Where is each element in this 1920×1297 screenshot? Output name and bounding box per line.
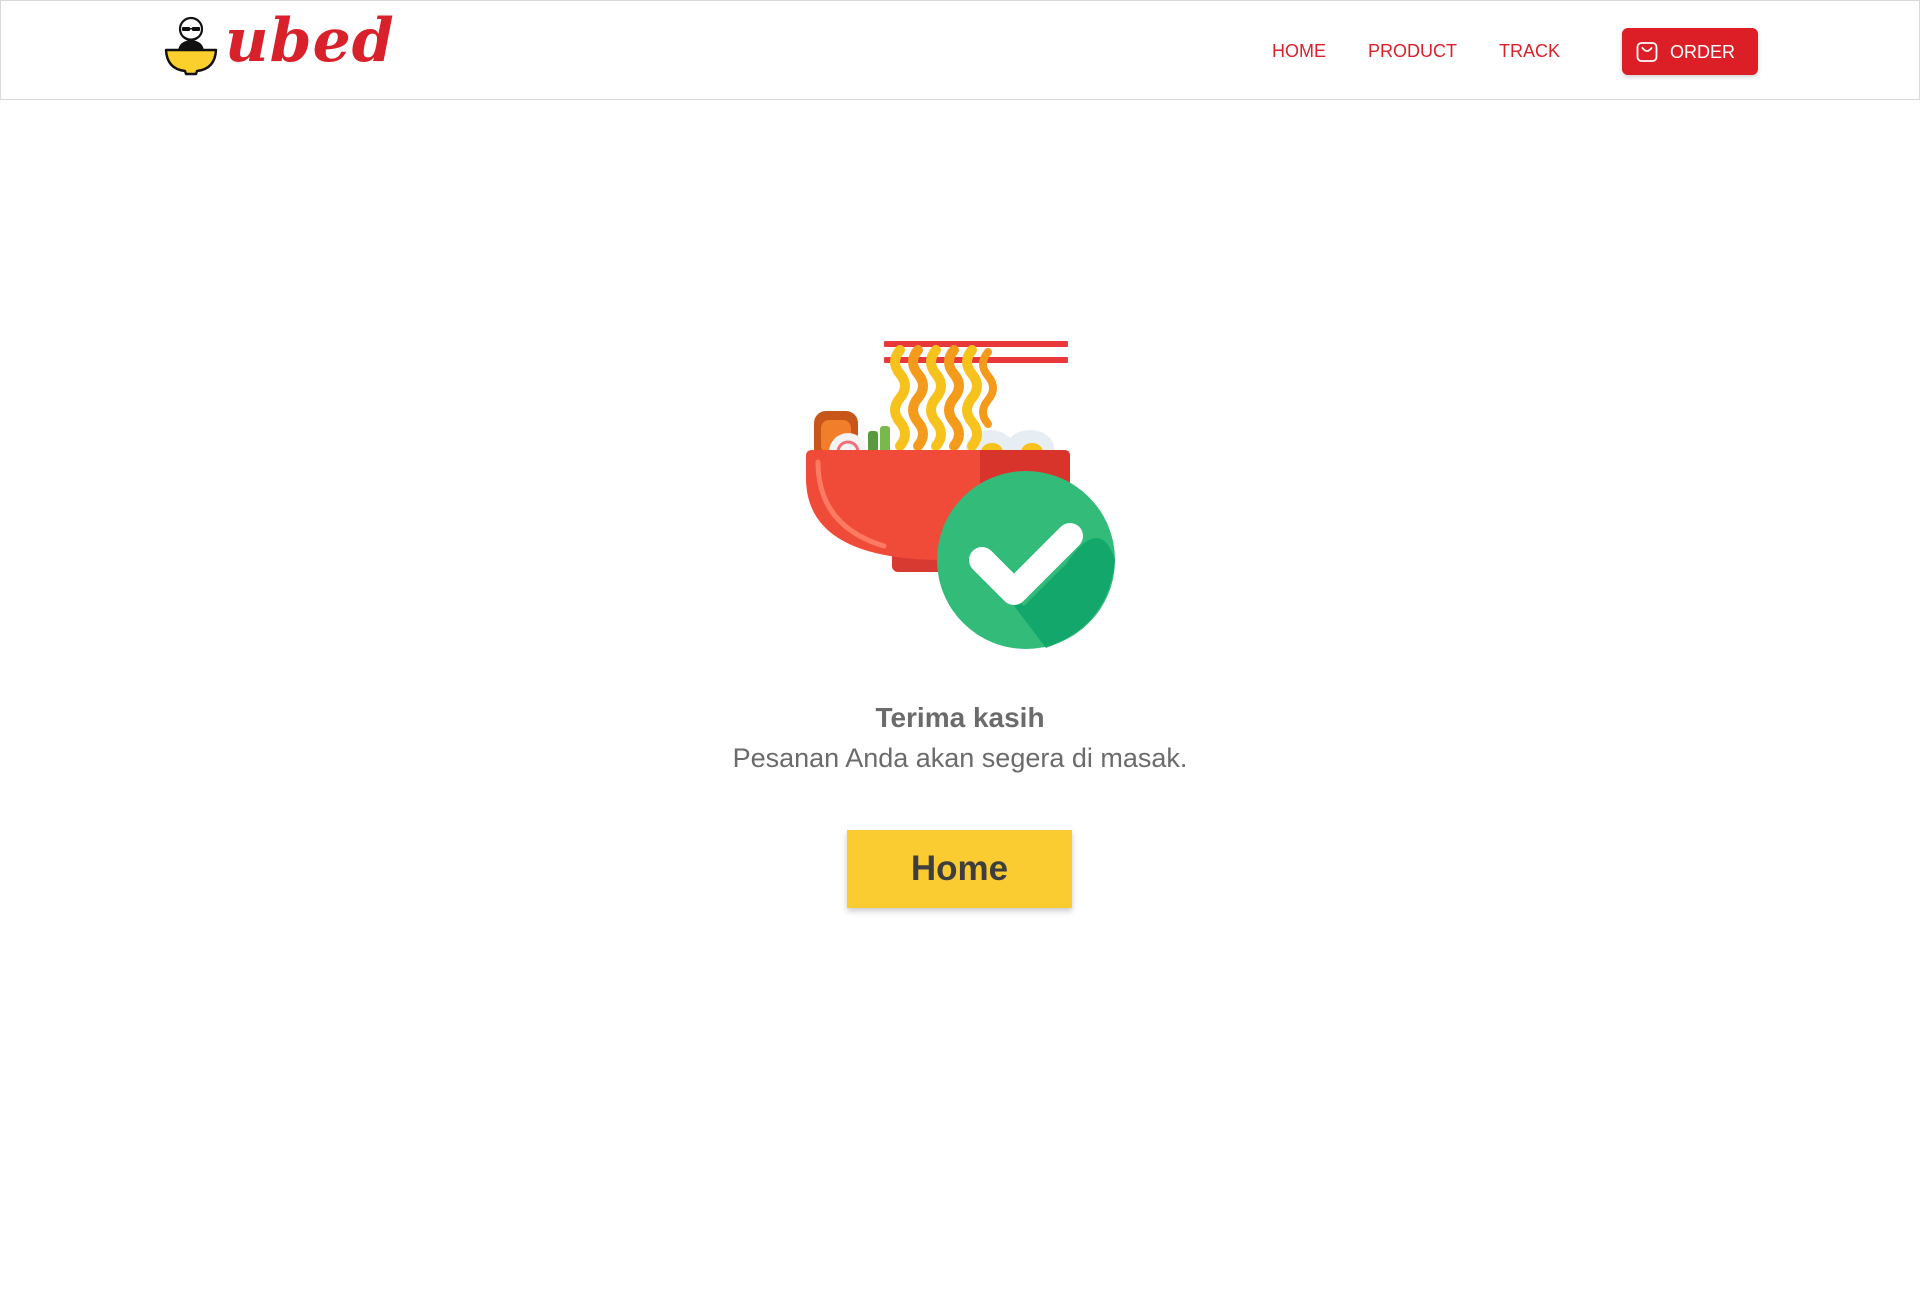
home-button[interactable]: Home [847, 830, 1072, 908]
home-button-label: Home [910, 849, 1009, 888]
nav-home-link[interactable]: HOME [1272, 39, 1326, 63]
order-button-label: ORDER [1670, 41, 1736, 62]
navbar: ubed HOME PRODUCT TRACK ORDER [0, 0, 1920, 100]
order-button[interactable]: ORDER [1622, 28, 1758, 75]
thank-you-message: Pesanan Anda akan segera di masak. [732, 743, 1188, 773]
chopstick-top [884, 341, 1068, 347]
ramen-success-illustration [806, 341, 1115, 649]
nav-product-link[interactable]: PRODUCT [1368, 39, 1457, 63]
shopping-bag-icon [1636, 41, 1658, 62]
nav-track-link[interactable]: TRACK [1499, 39, 1560, 63]
thank-you-title: Terima kasih [875, 702, 1045, 733]
